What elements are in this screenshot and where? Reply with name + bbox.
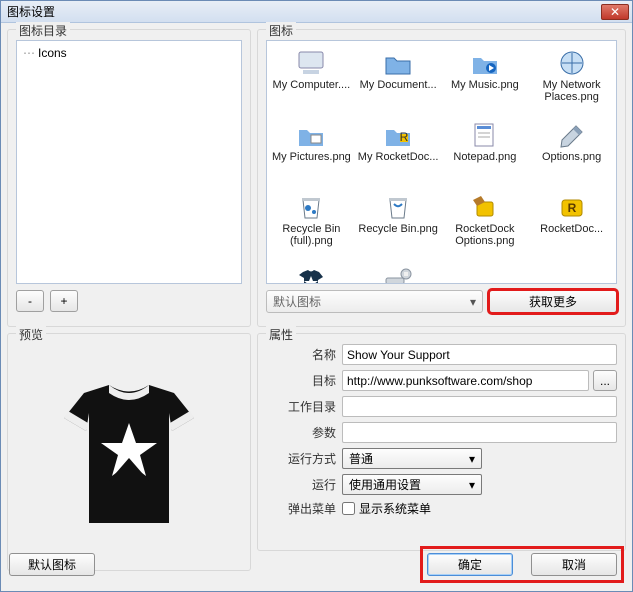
icon-item[interactable]: Recycle Bin (full).png [269,189,354,259]
run-value: 使用通用设置 [349,476,421,493]
ok-label: 确定 [458,556,482,573]
icon-item-label: Options.png [542,151,601,163]
dropdown-label: 默认图标 [273,293,321,310]
icon-item[interactable]: R My RocketDoc... [356,117,441,187]
settings-window: 图标设置 ✕ 图标目录 ⋯ Icons - + 预览 [0,0,633,592]
icon-item[interactable]: RocketDock Options.png [443,189,528,259]
titlebar: 图标设置 ✕ [1,1,632,23]
get-more-button[interactable]: 获取更多 [489,290,617,313]
chevron-down-icon: ▾ [469,452,475,466]
file-icon [378,47,418,79]
icon-item-label: Notepad.png [453,151,516,163]
icon-item-label: My Network Places.png [531,79,612,103]
directory-tree[interactable]: ⋯ Icons [16,40,242,284]
svg-text:R: R [567,201,576,215]
file-icon: R [552,191,592,223]
file-icon [465,47,505,79]
workdir-label: 工作目录 [266,398,336,415]
default-icon-dropdown[interactable]: 默认图标 ▾ [266,290,483,313]
icon-item-label: My Pictures.png [272,151,351,163]
close-icon: ✕ [610,5,620,19]
window-title: 图标设置 [7,3,55,20]
icon-item-label: My RocketDoc... [358,151,439,163]
cancel-button[interactable]: 取消 [531,553,617,576]
properties-legend: 属性 [266,326,296,343]
icon-item-label: Recycle Bin.png [358,223,438,235]
icon-directory-legend: 图标目录 [16,22,70,39]
get-more-label: 获取更多 [529,293,577,310]
ok-button[interactable]: 确定 [427,553,513,576]
remove-dir-button[interactable]: - [16,290,44,312]
preview-image [16,344,242,562]
preview-legend: 预览 [16,326,46,343]
svg-text:R: R [400,130,409,144]
file-icon [291,47,331,79]
icon-item[interactable]: My Network Places.png [529,45,614,115]
show-system-menu-checkbox[interactable] [342,502,355,515]
tree-dotline: ⋯ [23,46,35,60]
icon-item[interactable]: My Document... [356,45,441,115]
name-label: 名称 [266,346,336,363]
icon-item-label: My Music.png [451,79,519,91]
icon-item[interactable]: Recycle Bin.png [356,189,441,259]
target-input[interactable] [342,370,589,391]
icon-item[interactable]: Wrench.png [356,261,441,284]
file-icon [378,191,418,223]
file-icon [378,263,418,284]
browse-button[interactable]: ... [593,370,617,391]
file-icon [552,47,592,79]
target-label: 目标 [266,372,336,389]
properties-group: 属性 名称 目标 ... 工作目录 参数 [257,333,626,551]
args-label: 参数 [266,424,336,441]
plus-icon: + [60,294,67,308]
icon-item[interactable]: My Music.png [443,45,528,115]
tree-item[interactable]: ⋯ Icons [21,45,237,61]
file-icon [291,119,331,151]
icon-item-label: RocketDoc... [540,223,603,235]
icon-item-label: My Document... [360,79,437,91]
icons-legend: 图标 [266,22,296,39]
icon-item[interactable]: Notepad.png [443,117,528,187]
close-button[interactable]: ✕ [601,4,629,20]
icon-directory-group: 图标目录 ⋯ Icons - + [7,29,251,327]
ellipsis-icon: ... [600,374,610,388]
icons-list[interactable]: My Computer.... My Document... My Music.pn… [266,40,617,284]
file-icon [465,191,505,223]
icon-item-label: RocketDock Options.png [445,223,526,247]
icon-item-label: My Computer.... [273,79,351,91]
icon-item-label: Recycle Bin (full).png [271,223,352,247]
cancel-label: 取消 [562,556,586,573]
chevron-down-icon: ▾ [469,478,475,492]
ok-cancel-highlight: 确定 取消 [420,546,624,583]
default-icon-label: 默认图标 [28,556,76,573]
workdir-input[interactable] [342,396,617,417]
shirt-icon [54,373,204,533]
file-icon [465,119,505,151]
run-label: 运行 [266,476,336,493]
icon-item[interactable]: R RocketDoc... [529,189,614,259]
minus-icon: - [28,294,32,308]
file-icon: R [378,119,418,151]
icons-group: 图标 My Computer....My Document...My Music… [257,29,626,327]
tree-item-label: Icons [38,46,67,60]
runmode-value: 普通 [349,450,373,467]
name-input[interactable] [342,344,617,365]
runmode-combo[interactable]: 普通 ▾ [342,448,482,469]
show-system-menu-label: 显示系统菜单 [359,500,431,517]
chevron-down-icon: ▾ [470,295,476,309]
runmode-label: 运行方式 [266,450,336,467]
icon-item[interactable]: Options.png [529,117,614,187]
add-dir-button[interactable]: + [50,290,78,312]
file-icon [552,119,592,151]
icon-item[interactable]: Shirt.png [269,261,354,284]
file-icon [291,191,331,223]
run-combo[interactable]: 使用通用设置 ▾ [342,474,482,495]
default-icon-button[interactable]: 默认图标 [9,553,95,576]
icon-item[interactable]: My Pictures.png [269,117,354,187]
popup-label: 弹出菜单 [266,500,336,517]
icon-item[interactable]: My Computer.... [269,45,354,115]
file-icon [291,263,331,284]
args-input[interactable] [342,422,617,443]
preview-group: 预览 [7,333,251,571]
